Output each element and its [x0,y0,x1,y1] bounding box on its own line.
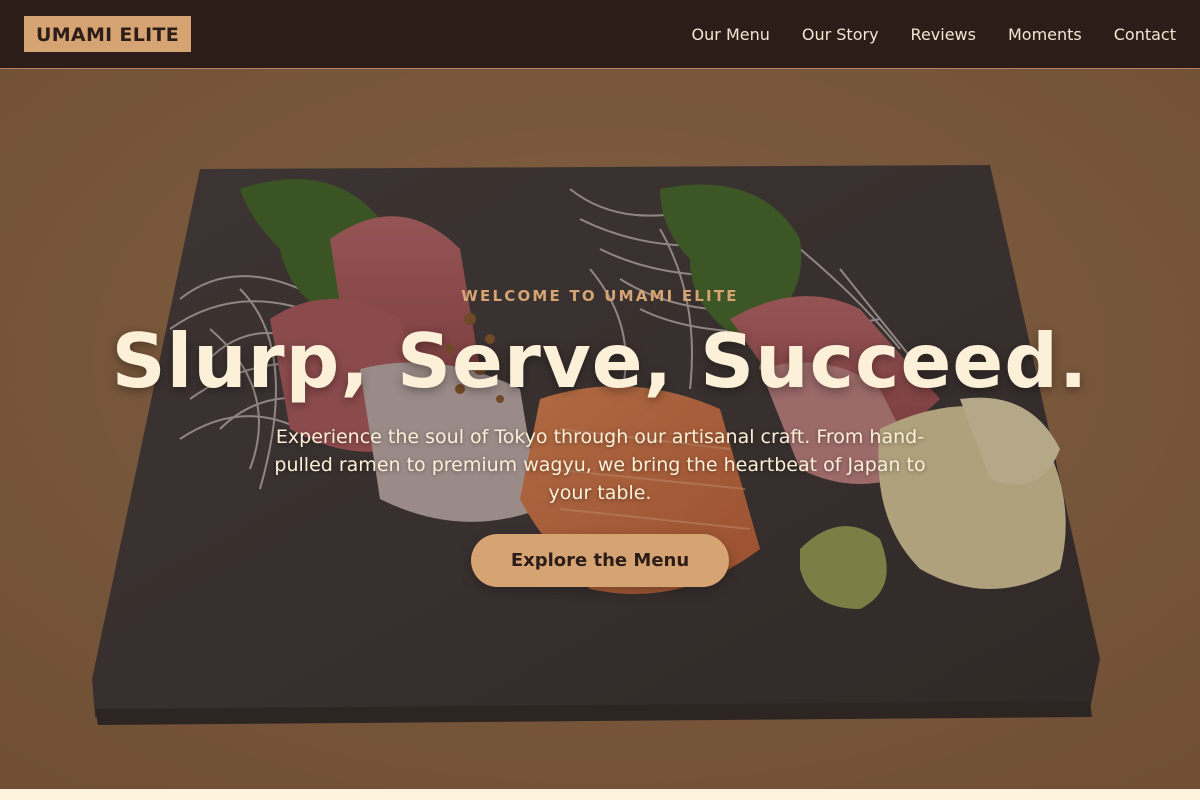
nav-link-our-menu[interactable]: Our Menu [692,25,770,44]
hero-content: WELCOME TO UMAMI ELITE Slurp, Serve, Suc… [0,69,1200,789]
explore-menu-button[interactable]: Explore the Menu [471,534,729,587]
hero-description: Experience the soul of Tokyo through our… [274,426,926,504]
brand-logo[interactable]: UMAMI ELITE [24,16,192,52]
hero-eyebrow: WELCOME TO UMAMI ELITE [461,287,739,305]
nav-link-moments[interactable]: Moments [1008,25,1082,44]
nav-link-reviews[interactable]: Reviews [911,25,976,44]
nav-link-our-story[interactable]: Our Story [802,25,879,44]
hero-section: WELCOME TO UMAMI ELITE Slurp, Serve, Suc… [0,69,1200,789]
nav-link-contact[interactable]: Contact [1114,25,1176,44]
page-bottom-strip [0,789,1200,800]
main-nav: Our Menu Our Story Reviews Moments Conta… [692,25,1176,44]
top-navbar: UMAMI ELITE Our Menu Our Story Reviews M… [0,0,1200,69]
hero-title: Slurp, Serve, Succeed. [111,317,1089,405]
